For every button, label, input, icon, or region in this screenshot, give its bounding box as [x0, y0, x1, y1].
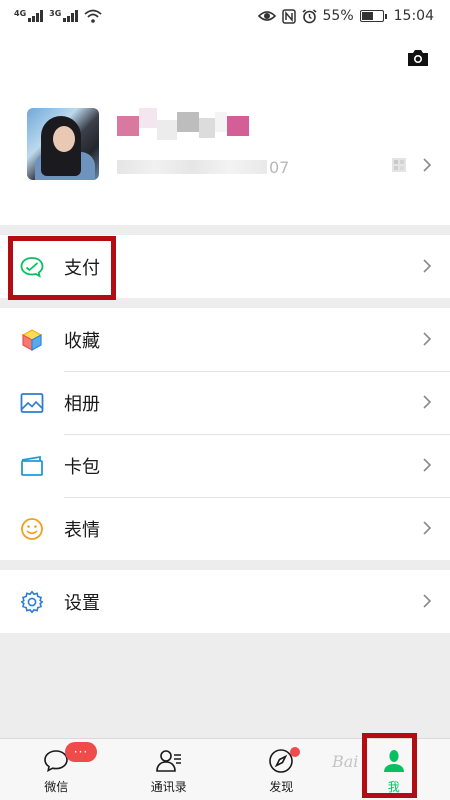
battery-icon	[359, 10, 387, 22]
wechat-id-suffix: 07	[269, 157, 290, 177]
wechat-id: 07	[117, 156, 289, 178]
menu-item-settings[interactable]: 设置	[0, 570, 450, 633]
signal-icon-1: 4G	[14, 9, 44, 22]
signal-icon-2: 3G	[49, 9, 79, 22]
favorites-cube-icon	[20, 328, 44, 352]
alarm-icon	[302, 8, 316, 23]
chevron-right-icon	[423, 458, 432, 472]
watermark: Bai	[332, 752, 359, 771]
gear-icon	[20, 590, 44, 614]
status-bar: 4G 3G 55% 15:04	[0, 0, 450, 32]
avatar[interactable]	[27, 108, 99, 180]
menu-item-stickers[interactable]: 表情	[0, 497, 450, 560]
me-tab-highlight-box	[362, 733, 417, 798]
tab-contacts-label: 通讯录	[150, 780, 187, 794]
smiley-icon	[20, 517, 44, 541]
network-type-1: 4G	[14, 9, 27, 18]
menu-item-album-label: 相册	[64, 393, 100, 415]
contacts-icon	[155, 750, 181, 772]
network-type-2: 3G	[49, 9, 62, 18]
nfc-icon	[281, 8, 296, 24]
tab-chats-label: 微信	[44, 780, 69, 794]
eye-icon	[257, 11, 276, 21]
chevron-right-icon	[423, 594, 432, 608]
menu-item-cards[interactable]: 卡包	[0, 434, 450, 497]
tab-discover[interactable]: 发现	[225, 739, 338, 800]
menu-item-settings-label: 设置	[64, 592, 100, 614]
tab-contacts[interactable]: 通讯录	[113, 739, 226, 800]
chevron-right-icon	[423, 259, 432, 273]
menu-item-stickers-label: 表情	[64, 519, 100, 541]
chats-unread-badge: ···	[65, 742, 97, 762]
profile-header[interactable]: 07	[0, 32, 450, 225]
clock: 15:04	[393, 8, 434, 24]
card-wallet-icon	[20, 454, 44, 478]
battery-percent: 55%	[322, 8, 354, 24]
album-picture-icon	[20, 391, 44, 415]
menu-item-favorites[interactable]: 收藏	[0, 308, 450, 371]
camera-icon[interactable]	[406, 48, 430, 68]
tab-discover-label: 发现	[269, 780, 294, 794]
menu-group-tools: 收藏 相册 卡包 表情	[0, 308, 450, 560]
menu-item-cards-label: 卡包	[64, 456, 100, 478]
status-bar-right: 55% 15:04	[257, 8, 434, 24]
chevron-right-icon	[423, 332, 432, 346]
discover-red-dot	[290, 747, 300, 757]
menu-item-favorites-label: 收藏	[64, 330, 100, 352]
pay-highlight-box	[8, 236, 116, 300]
wifi-icon	[84, 9, 102, 23]
qr-code-icon[interactable]	[392, 158, 406, 172]
menu-group-settings: 设置	[0, 570, 450, 633]
wechat-id-mosaic	[117, 160, 267, 174]
chevron-right-icon	[423, 158, 432, 172]
nickname-mosaic	[117, 106, 249, 146]
chevron-right-icon	[423, 395, 432, 409]
chevron-right-icon	[423, 521, 432, 535]
menu-item-album[interactable]: 相册	[0, 371, 450, 434]
status-bar-left: 4G 3G	[14, 9, 102, 23]
